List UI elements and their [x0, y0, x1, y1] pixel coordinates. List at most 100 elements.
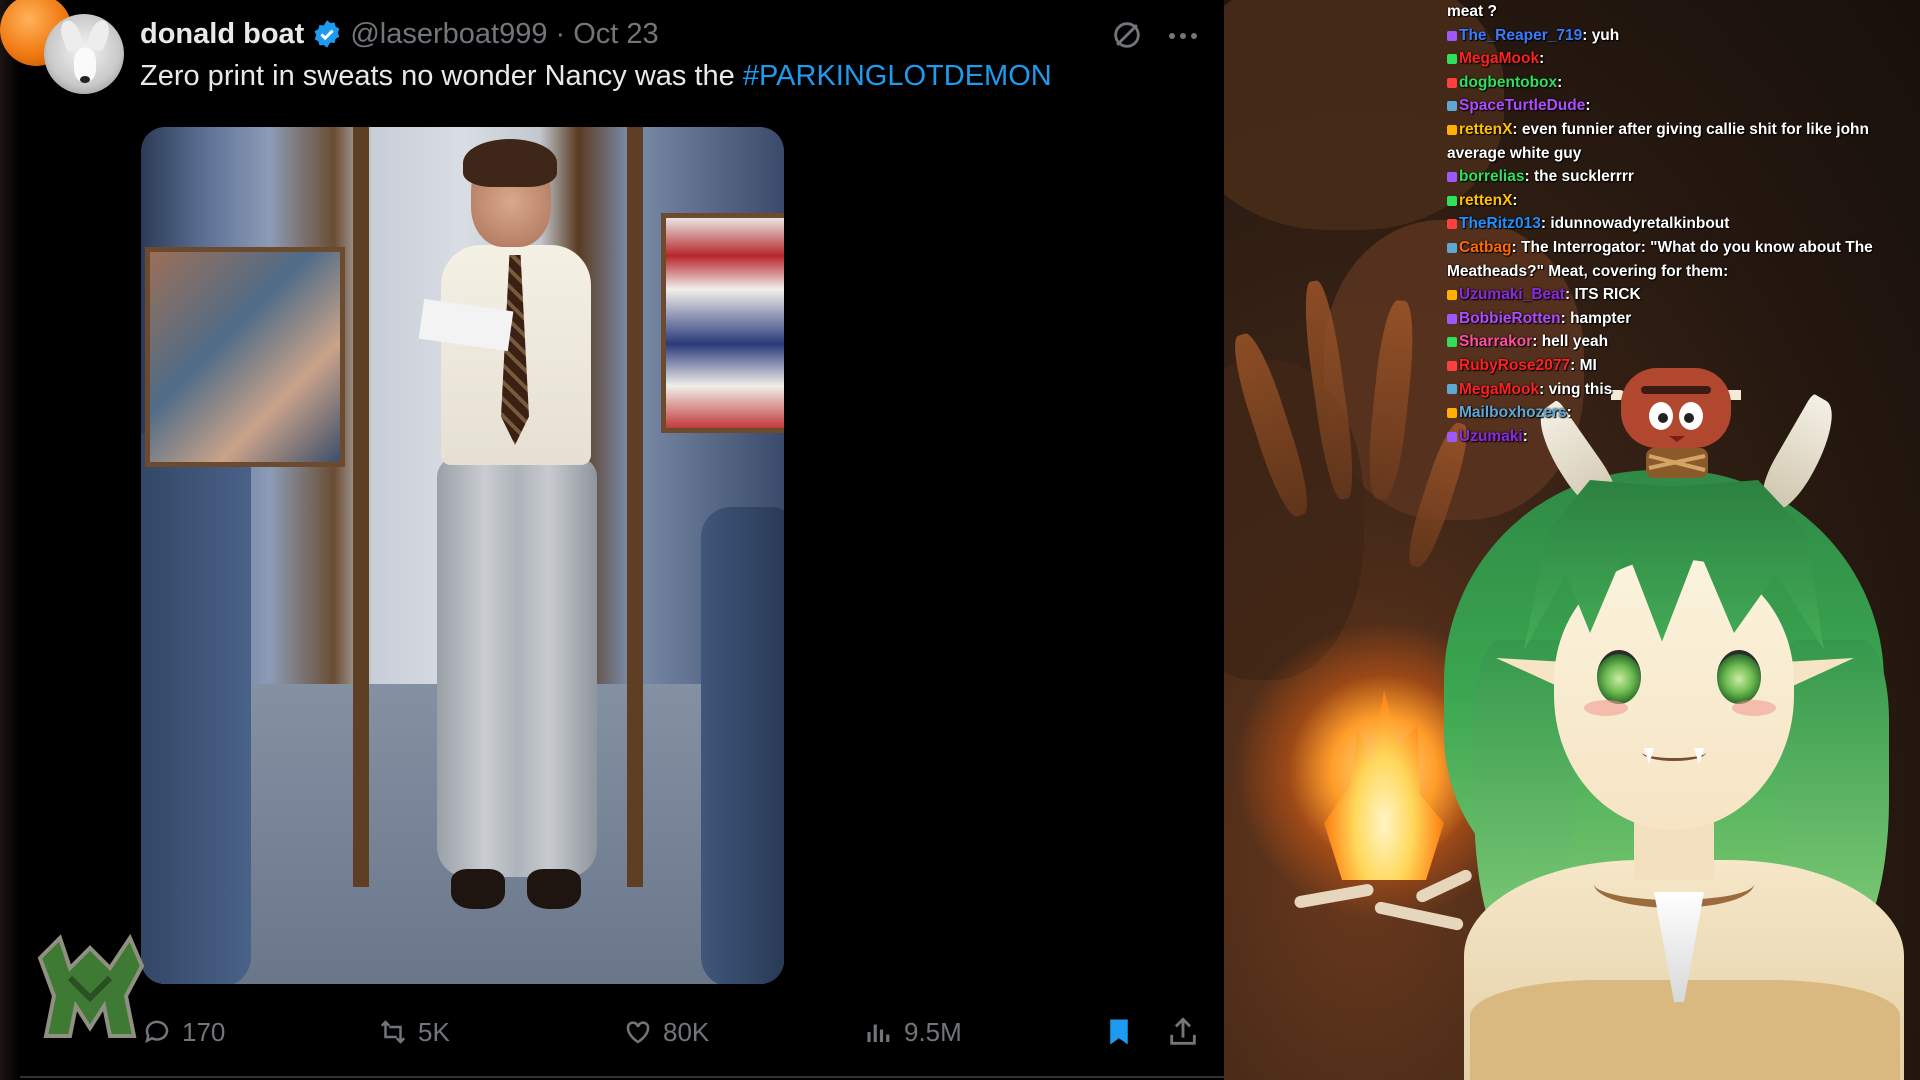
- reply-count: 170: [182, 1016, 226, 1047]
- chat-colon: :: [1539, 50, 1545, 68]
- chat-badge-icon: [1447, 124, 1457, 135]
- tweet-header: donald boat @laserboat999 · Oct 23: [140, 14, 659, 54]
- tweet-text: Zero print in sweats no wonder Nancy was…: [140, 60, 1052, 93]
- divider: [20, 1076, 1224, 1078]
- handle-text: @laserboat999: [350, 17, 548, 50]
- tweet-photo[interactable]: [141, 127, 784, 984]
- chat-badge-icon: [1447, 77, 1457, 88]
- chat-username[interactable]: BobbieRotten: [1459, 310, 1561, 327]
- chat-colon: :: [1582, 26, 1592, 44]
- chat-text: MI: [1579, 356, 1597, 374]
- grok-icon[interactable]: [1110, 18, 1144, 52]
- views-icon: [867, 1024, 890, 1042]
- chat-badge-icon: [1447, 313, 1457, 324]
- bookmark-icon[interactable]: [1104, 1012, 1134, 1052]
- chat-username[interactable]: Mailboxhozers: [1459, 404, 1567, 421]
- chat-badge-icon: [1447, 384, 1457, 395]
- chat-text: hampter: [1570, 309, 1632, 327]
- verified-badge-icon: [314, 20, 340, 48]
- chat-badge-icon: [1447, 337, 1457, 348]
- chat-text: ving this: [1548, 380, 1613, 398]
- chat-message: RubyRose2077: MI: [1447, 354, 1917, 378]
- chat-username[interactable]: rettenX: [1459, 192, 1512, 209]
- chat-username[interactable]: Sharrakor: [1459, 333, 1532, 350]
- chat-username[interactable]: borrelias: [1459, 168, 1524, 185]
- repost-count: 5K: [418, 1016, 450, 1047]
- more-icon[interactable]: [1166, 26, 1200, 46]
- chat-colon: :: [1524, 168, 1534, 186]
- chat-colon: :: [1511, 238, 1522, 256]
- channel-logo-icon: [37, 933, 145, 1038]
- chat-username[interactable]: Uzumaki_Beat: [1459, 286, 1565, 303]
- chat-username[interactable]: rettenX: [1459, 121, 1512, 138]
- chat-badge-icon: [1447, 172, 1457, 183]
- repost-button[interactable]: 5K: [378, 1012, 450, 1052]
- like-button[interactable]: 80K: [623, 1012, 709, 1052]
- chat-username[interactable]: dogbentobox: [1459, 74, 1557, 91]
- chat-message: BobbieRotten: hampter: [1447, 307, 1917, 331]
- chat-colon: :: [1512, 120, 1522, 138]
- tweet-panel: donald boat @laserboat999 · Oct 23 Zero …: [0, 0, 1224, 1080]
- chat-message: meat ?: [1447, 0, 1917, 24]
- chat-badge-icon: [1447, 360, 1457, 371]
- chat-text: yuh: [1591, 26, 1620, 44]
- views-button[interactable]: 9.5M: [864, 1012, 962, 1052]
- chat-text: the sucklerrrr: [1533, 168, 1634, 186]
- author-display-name[interactable]: donald boat: [140, 18, 304, 51]
- chat-colon: :: [1539, 380, 1549, 398]
- chat-badge-icon: [1447, 30, 1457, 41]
- tweet-date[interactable]: Oct 23: [573, 18, 658, 50]
- like-icon: [626, 1021, 650, 1044]
- chat-colon: :: [1522, 427, 1528, 445]
- chat-message: MegaMook:: [1447, 47, 1917, 71]
- chat-message: rettenX:: [1447, 189, 1917, 213]
- hashtag-link[interactable]: #PARKINGLOTDEMON: [743, 60, 1052, 92]
- stream-chat: meat ? The_Reaper_719: yuh MegaMook: dogbe…: [1447, 0, 1917, 460]
- separator-dot: ·: [555, 17, 566, 50]
- author-avatar[interactable]: [44, 14, 124, 94]
- chat-colon: :: [1566, 404, 1572, 422]
- chat-badge-icon: [1447, 54, 1457, 65]
- share-icon[interactable]: [1166, 1012, 1200, 1052]
- chat-username[interactable]: MegaMook: [1459, 50, 1539, 67]
- chat-username[interactable]: MegaMook: [1459, 381, 1539, 398]
- tweet-actions-bar: 170 5K 80K 9.5M: [0, 1012, 1224, 1052]
- chat-colon: :: [1570, 356, 1580, 374]
- chat-message: SpaceTurtleDude:: [1447, 94, 1917, 118]
- repost-icon: [380, 1020, 406, 1044]
- panel-edge: [0, 0, 20, 1080]
- chat-message: Uzumaki:: [1447, 425, 1917, 449]
- eye-left: [1597, 650, 1641, 704]
- stream-overlay-panel: meat ? The_Reaper_719: yuh MegaMook: dogbe…: [1224, 0, 1920, 1080]
- chat-badge-icon: [1447, 195, 1457, 206]
- chat-badge-icon: [1447, 431, 1457, 442]
- author-handle[interactable]: @laserboat999 · Oct 23: [350, 18, 658, 51]
- chat-username[interactable]: RubyRose2077: [1459, 357, 1570, 374]
- chat-message: rettenX: even funnier after giving calli…: [1447, 118, 1917, 165]
- chat-text: ITS RICK: [1574, 286, 1641, 304]
- chat-badge-icon: [1447, 242, 1457, 253]
- chat-message: Catbag: The Interrogator: "What do you k…: [1447, 236, 1917, 283]
- chat-colon: :: [1560, 309, 1571, 327]
- chat-message: Uzumaki_Beat: ITS RICK: [1447, 283, 1917, 307]
- chat-colon: :: [1540, 215, 1551, 233]
- chat-badge-icon: [1447, 290, 1457, 301]
- chat-message: Sharrakor: hell yeah: [1447, 330, 1917, 354]
- chat-text: meat ?: [1447, 3, 1497, 20]
- chat-message: Mailboxhozers:: [1447, 401, 1917, 425]
- chat-message: borrelias: the sucklerrrr: [1447, 165, 1917, 189]
- chat-message: The_Reaper_719: yuh: [1447, 24, 1917, 48]
- chat-username[interactable]: TheRitz013: [1459, 215, 1541, 232]
- chat-message: TheRitz013: idunnowadyretalkinbout: [1447, 212, 1917, 236]
- chat-badge-icon: [1447, 101, 1457, 112]
- views-count: 9.5M: [904, 1016, 962, 1047]
- chat-text: hell yeah: [1541, 333, 1609, 351]
- chat-username[interactable]: Uzumaki: [1459, 428, 1523, 445]
- chat-username[interactable]: Catbag: [1459, 239, 1512, 256]
- chat-username[interactable]: SpaceTurtleDude: [1459, 97, 1585, 114]
- chat-badge-icon: [1447, 408, 1457, 418]
- like-count: 80K: [663, 1016, 710, 1047]
- chat-username[interactable]: The_Reaper_719: [1459, 27, 1582, 44]
- chat-colon: :: [1585, 97, 1591, 115]
- chat-badge-icon: [1447, 219, 1457, 230]
